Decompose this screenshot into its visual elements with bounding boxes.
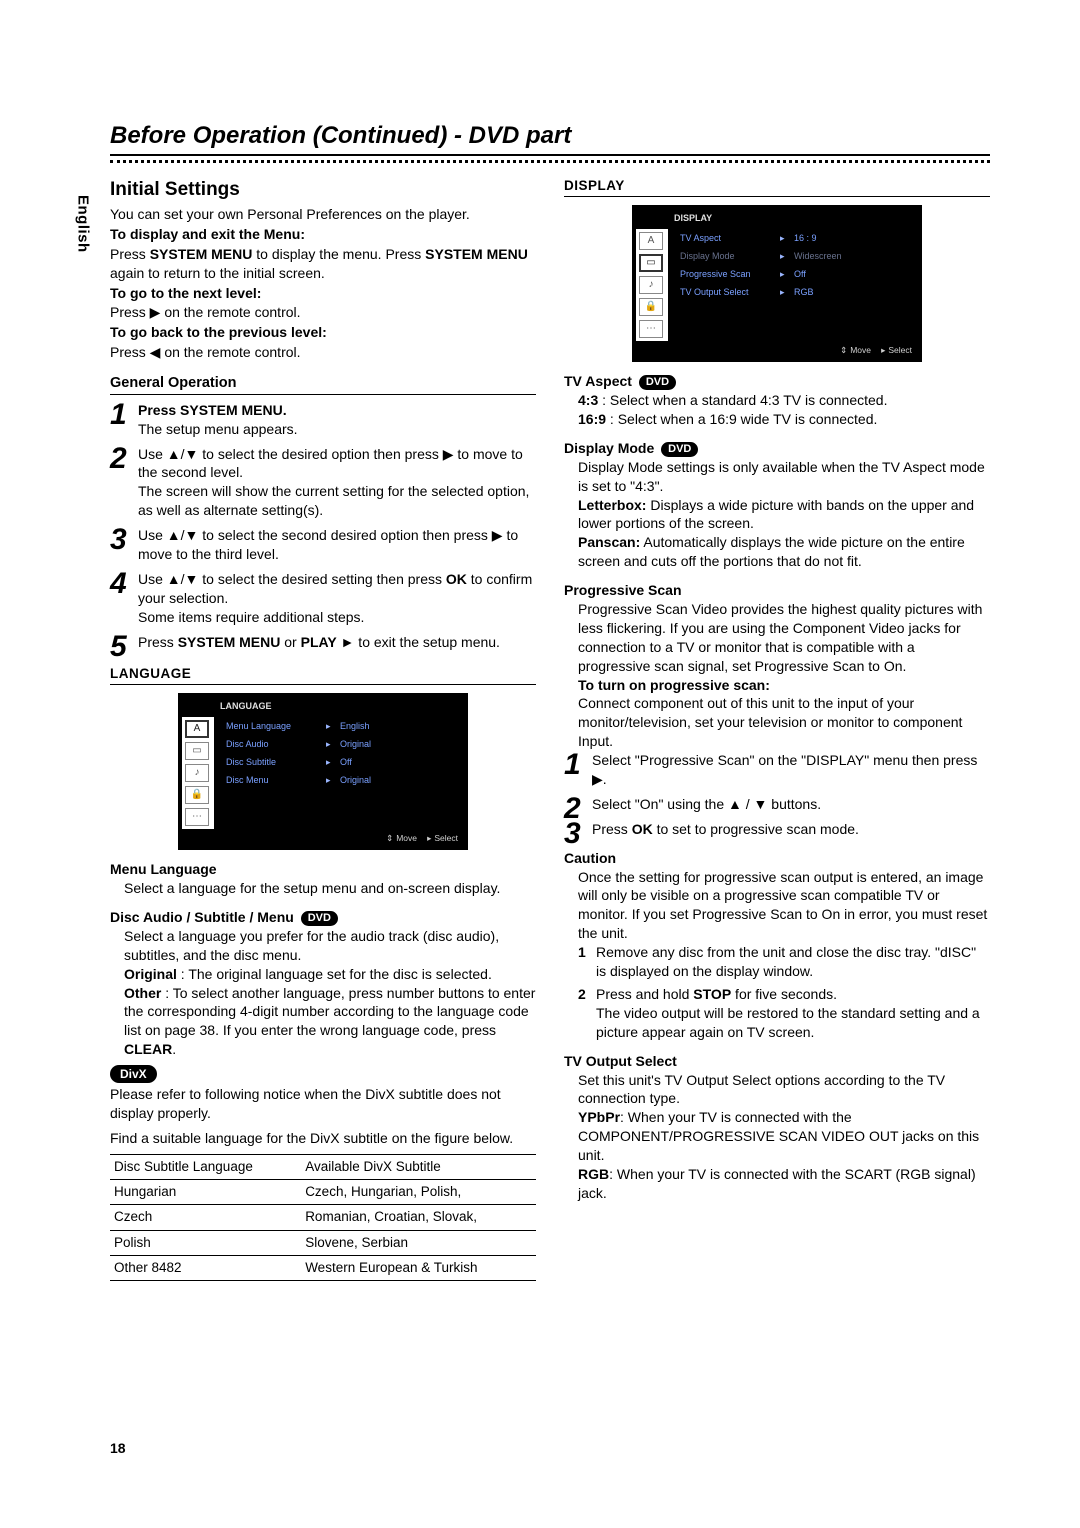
step-4: 4 Use ▲/▼ to select the desired setting … (110, 570, 536, 627)
rgb-line: RGB: When your TV is connected with the … (564, 1165, 990, 1203)
language-tab: English (72, 195, 92, 253)
step-5: 5 Press SYSTEM MENU or PLAY ► to exit th… (110, 633, 536, 652)
next-level-heading: To go to the next level: (110, 285, 261, 301)
table-header-1: Disc Subtitle Language (110, 1155, 301, 1180)
audio-tab-icon: ♪ (639, 276, 663, 294)
dotted-rule (110, 160, 990, 163)
turn-on-ps-heading: To turn on progressive scan: (564, 676, 990, 695)
divx-pill-icon: DivX (110, 1065, 157, 1083)
step-3: 3 Use ▲/▼ to select the second desired o… (110, 526, 536, 564)
tv-aspect-43: 4:3 : Select when a standard 4:3 TV is c… (564, 391, 990, 410)
initial-settings-intro: You can set your own Personal Preference… (110, 205, 536, 362)
osd-display-title: DISPLAY (636, 209, 918, 229)
left-column: Initial Settings You can set your own Pe… (110, 177, 536, 1281)
lock-tab-icon: 🔒 (185, 786, 209, 804)
osd-language-menu: LANGUAGE A ▭ ♪ 🔒 ⋯ Menu Language▸English… (178, 693, 468, 851)
ps-step-2: 2Select "On" using the ▲ / ▼ buttons. (564, 795, 990, 814)
panscan-line: Panscan: Automatically displays the wide… (564, 533, 990, 571)
progressive-scan-text: Progressive Scan Video provides the high… (564, 600, 990, 676)
table-row: Other 8482Western European & Turkish (110, 1255, 536, 1280)
progressive-scan-steps: 1Select "Progressive Scan" on the "DISPL… (564, 751, 990, 839)
caution-step-1: 1Remove any disc from the unit and close… (578, 943, 990, 981)
prev-level-text: Press ◀ on the remote control. (110, 343, 536, 362)
tv-aspect-heading: TV Aspect DVD (564, 372, 990, 391)
general-operation-steps: 1 Press SYSTEM MENU. The setup menu appe… (110, 401, 536, 652)
next-level-text: Press ▶ on the remote control. (110, 303, 536, 322)
turn-on-ps-text: Connect component out of this unit to th… (564, 694, 990, 751)
audio-tab-icon: ♪ (185, 764, 209, 782)
disc-audio-subtitle-menu-heading: Disc Audio / Subtitle / Menu DVD (110, 908, 536, 927)
caution-text: Once the setting for progressive scan ou… (564, 868, 990, 944)
divx-subtitle-table: Disc Subtitle Language Available DivX Su… (110, 1154, 536, 1281)
others-tab-icon: ⋯ (639, 320, 663, 338)
dasm-text: Select a language you prefer for the aud… (110, 927, 536, 965)
others-tab-icon: ⋯ (185, 808, 209, 826)
table-row: HungarianCzech, Hungarian, Polish, (110, 1180, 536, 1205)
language-section-heading: LANGUAGE (110, 665, 536, 684)
ps-step-1: 1Select "Progressive Scan" on the "DISPL… (564, 751, 990, 789)
right-column: DISPLAY DISPLAY A ▭ ♪ 🔒 ⋯ TV Aspect▸16 :… (564, 177, 990, 1281)
table-header-row: Disc Subtitle Language Available DivX Su… (110, 1155, 536, 1180)
prev-level-heading: To go back to the previous level: (110, 324, 327, 340)
caution-step-2: 2 Press and hold STOP for five seconds. … (578, 985, 990, 1042)
general-operation-heading: General Operation (110, 374, 536, 395)
dvd-pill-icon: DVD (639, 375, 676, 390)
display-tab-icon: ▭ (639, 254, 663, 272)
step-1: 1 Press SYSTEM MENU. The setup menu appe… (110, 401, 536, 439)
osd-language-title: LANGUAGE (182, 697, 464, 717)
display-mode-heading: Display Mode DVD (564, 439, 990, 458)
original-line: Original : The original language set for… (110, 965, 536, 984)
menu-language-heading: Menu Language (110, 860, 536, 879)
caution-heading: Caution (564, 849, 990, 868)
table-row: PolishSlovene, Serbian (110, 1230, 536, 1255)
initial-settings-heading: Initial Settings (110, 177, 536, 203)
divx-text-1: Please refer to following notice when th… (110, 1085, 536, 1123)
progressive-scan-heading: Progressive Scan (564, 581, 990, 600)
osd-language-footer: ⇕Move ▸Select (182, 829, 464, 846)
tv-output-select-heading: TV Output Select (564, 1052, 990, 1071)
osd-sidebar: A ▭ ♪ 🔒 ⋯ (182, 717, 214, 829)
display-tab-icon: ▭ (185, 742, 209, 760)
caution-steps: 1Remove any disc from the unit and close… (564, 943, 990, 1041)
menu-language-text: Select a language for the setup menu and… (110, 879, 536, 898)
display-section-heading: DISPLAY (564, 177, 990, 196)
table-header-2: Available DivX Subtitle (301, 1155, 536, 1180)
osd-sidebar: A ▭ ♪ 🔒 ⋯ (636, 229, 668, 341)
ypbpr-line: YPbPr: When your TV is connected with th… (564, 1108, 990, 1165)
lang-tab-icon: A (639, 232, 663, 250)
display-exit-heading: To display and exit the Menu: (110, 226, 305, 242)
dvd-pill-icon: DVD (661, 442, 698, 457)
display-exit-text: Press SYSTEM MENU to display the menu. P… (110, 245, 536, 283)
dvd-pill-icon: DVD (301, 911, 338, 926)
osd-display-menu: DISPLAY A ▭ ♪ 🔒 ⋯ TV Aspect▸16 : 9 Displ… (632, 205, 922, 363)
ps-step-3: 3 Press OK to set to progressive scan mo… (564, 820, 990, 839)
osd-display-rows: TV Aspect▸16 : 9 Display Mode▸Widescreen… (668, 229, 918, 341)
osd-language-rows: Menu Language▸English Disc Audio▸Origina… (214, 717, 464, 829)
lang-tab-icon: A (185, 720, 209, 738)
divx-text-2: Find a suitable language for the DivX su… (110, 1129, 536, 1148)
tv-output-select-text: Set this unit's TV Output Select options… (564, 1071, 990, 1109)
display-mode-text: Display Mode settings is only available … (564, 458, 990, 496)
other-line: Other : To select another language, pres… (110, 984, 536, 1060)
tv-aspect-169: 16:9 : Select when a 16:9 wide TV is con… (564, 410, 990, 429)
letterbox-line: Letterbox: Displays a wide picture with … (564, 496, 990, 534)
page-content: Before Operation (Continued) - DVD part … (0, 0, 1080, 1341)
page-number: 18 (110, 1439, 126, 1458)
osd-display-footer: ⇕Move ▸Select (636, 341, 918, 358)
table-row: CzechRomanian, Croatian, Slovak, (110, 1205, 536, 1230)
page-title: Before Operation (Continued) - DVD part (110, 120, 990, 156)
intro-text: You can set your own Personal Preference… (110, 205, 536, 224)
step-2: 2 Use ▲/▼ to select the desired option t… (110, 445, 536, 521)
lock-tab-icon: 🔒 (639, 298, 663, 316)
